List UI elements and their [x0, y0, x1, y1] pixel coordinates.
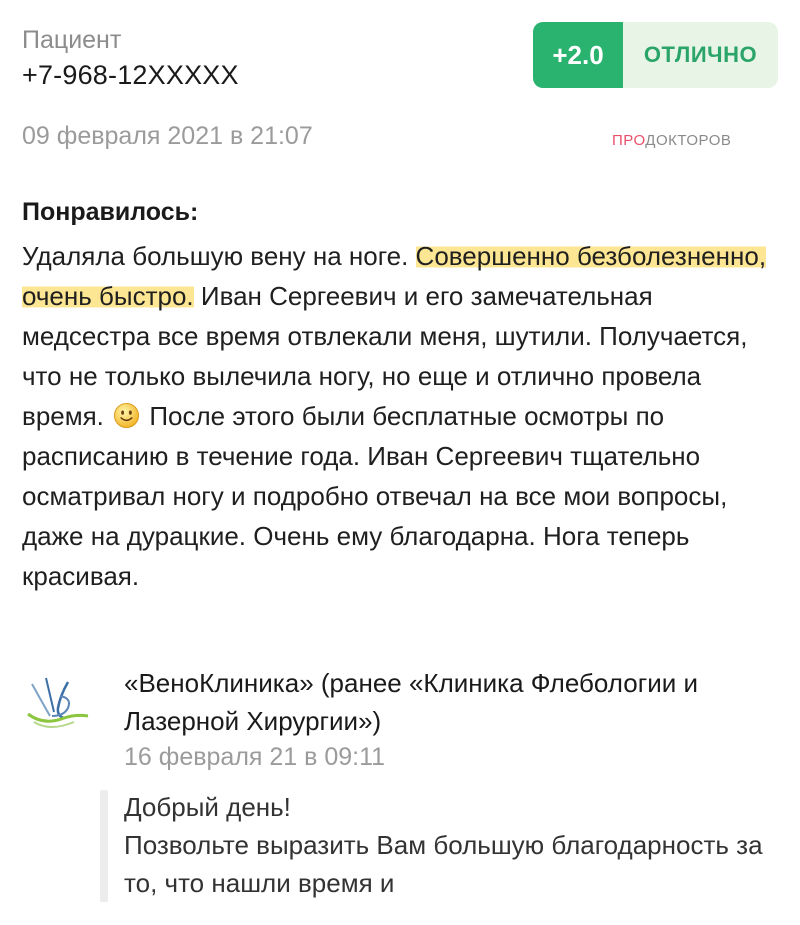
rating-label: ОТЛИЧНО	[623, 22, 778, 88]
reply-date: 16 февраля 21 в 09:11	[124, 743, 386, 771]
reply-quote-bar	[100, 790, 108, 902]
smiley-icon	[114, 402, 140, 429]
review-text-part3: После этого были бесплатные осмотры по р…	[22, 401, 728, 591]
patient-label: Пациент	[22, 26, 122, 54]
rating-badge: +2.0 ОТЛИЧНО	[533, 22, 778, 88]
reply-line-1: Добрый день!	[124, 792, 291, 822]
review-text: Удаляла большую вену на ноге. Совершенно…	[22, 236, 782, 596]
rating-score: +2.0	[533, 22, 623, 88]
liked-heading: Понравилось:	[22, 198, 199, 226]
clinic-name[interactable]: «ВеноКлиника» (ранее «Клиника Флебологии…	[124, 664, 784, 740]
reply-text: Добрый день! Позвольте выразить Вам боль…	[124, 788, 774, 902]
source-logo[interactable]: ПРОДОКТОРОВ	[612, 132, 731, 149]
clinic-logo-icon	[27, 677, 89, 728]
reply-line-2: Позвольте выразить Вам большую благодарн…	[124, 830, 763, 898]
review-text-part1: Удаляла большую вену на ноге.	[22, 241, 416, 271]
source-logo-part1: ПРО	[612, 132, 646, 149]
patient-phone: +7-968-12XXXXX	[22, 60, 239, 90]
review-date: 09 февраля 2021 в 21:07	[22, 122, 313, 150]
review-card: Пациент +7-968-12XXXXX +2.0 ОТЛИЧНО 09 ф…	[0, 0, 800, 925]
source-logo-part2: ДОКТОРОВ	[645, 132, 732, 149]
